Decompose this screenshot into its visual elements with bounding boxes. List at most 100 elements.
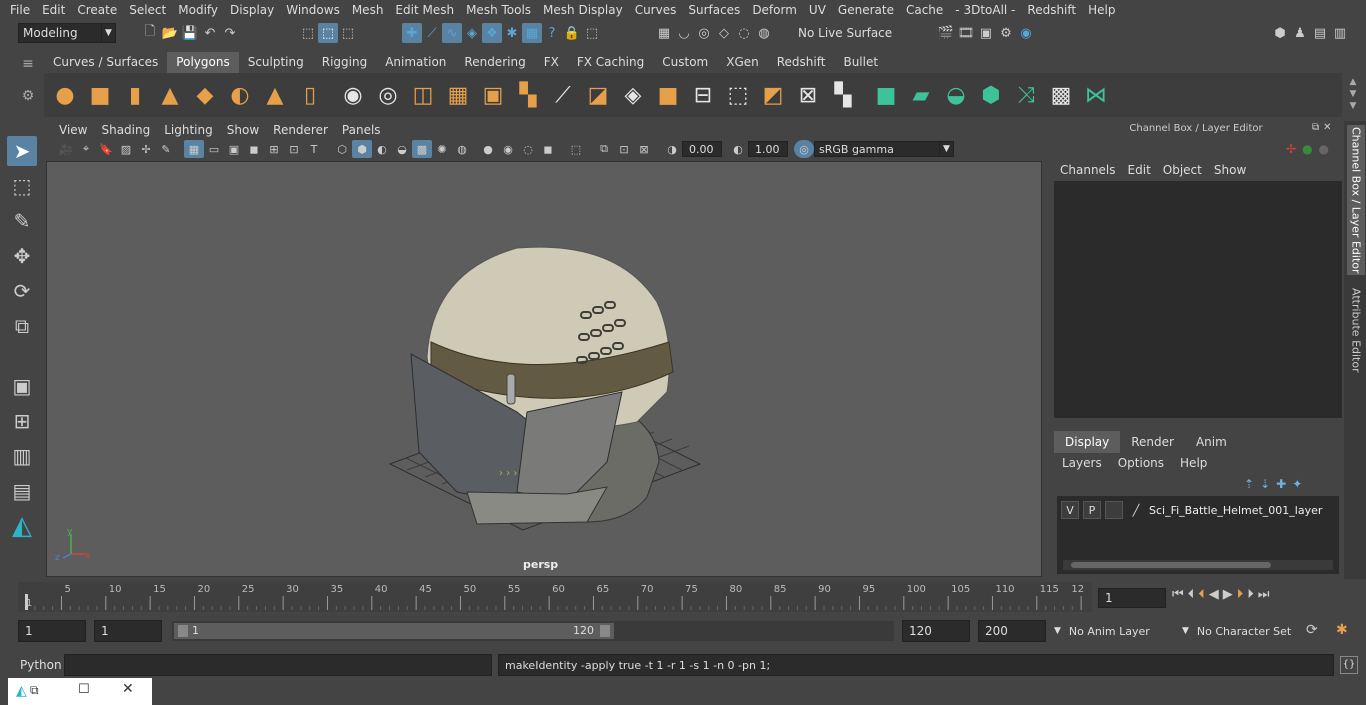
close-icon[interactable]: ✕ (122, 681, 134, 697)
viewport-menu-show[interactable]: Show (220, 123, 266, 137)
step-forward-icon[interactable]: ⏵ (1247, 587, 1254, 602)
highlight-icon[interactable]: ⬚ (582, 23, 602, 43)
animation-preferences-icon[interactable]: ✱ (1336, 622, 1348, 638)
viewport-menu-lighting[interactable]: Lighting (157, 123, 220, 137)
motion-blur-icon[interactable]: ◉ (498, 140, 518, 158)
snap-live-icon[interactable]: ◍ (754, 23, 774, 43)
undo-icon[interactable]: ↶ (200, 23, 220, 43)
shelf-tab-rendering[interactable]: Rendering (455, 52, 535, 73)
lock-icon[interactable]: 🔒 (562, 23, 582, 43)
gamma-field[interactable]: 1.00 (748, 141, 788, 157)
menu-generate[interactable]: Generate (832, 0, 900, 20)
character-controls-icon[interactable]: ♟ (1290, 23, 1310, 43)
poly-pipe-icon[interactable]: ▯ (295, 79, 325, 111)
spherical-map-icon[interactable]: ◒ (941, 79, 971, 111)
menu-select[interactable]: Select (123, 0, 172, 20)
exposure-field[interactable]: 0.00 (682, 141, 722, 157)
offset-edge-loop-icon[interactable]: ⬚ (723, 79, 753, 111)
bevel-icon[interactable]: ▚ (513, 79, 543, 111)
current-time-indicator[interactable] (25, 594, 28, 610)
xray-icon[interactable]: ◍ (452, 140, 472, 158)
select-tool-icon[interactable]: ➤ (7, 136, 37, 166)
planar-map-icon[interactable]: ■ (871, 79, 901, 111)
menu-create[interactable]: Create (71, 0, 123, 20)
menu-curves[interactable]: Curves (629, 0, 683, 20)
cylindrical-map-icon[interactable]: ▰ (906, 79, 936, 111)
layer-menu-help[interactable]: Help (1172, 456, 1215, 470)
wireframe-icon[interactable]: ⬡ (332, 140, 352, 158)
poly-sphere-icon[interactable]: ● (50, 79, 80, 111)
shelf-menu-icon[interactable]: ≡ (18, 56, 38, 72)
menu-mesh-display[interactable]: Mesh Display (537, 0, 629, 20)
shelf-tab-redshift[interactable]: Redshift (767, 52, 835, 73)
single-perspective-layout-icon[interactable]: ▣ (7, 371, 37, 401)
playback-end-field[interactable]: 120 (902, 620, 970, 642)
scale-tool-icon[interactable]: ⧉ (7, 311, 37, 341)
range-end-grip[interactable] (600, 625, 610, 637)
playback-start-field[interactable]: 1 (94, 620, 162, 642)
anti-aliasing-icon[interactable]: ◌ (518, 140, 538, 158)
channel-box-side-tab[interactable]: Channel Box / Layer Editor (1347, 125, 1365, 275)
rotate-tool-icon[interactable]: ⟳ (7, 276, 37, 306)
viewport-menu-shading[interactable]: Shading (94, 123, 157, 137)
poly-torus-icon[interactable]: ◐ (225, 79, 255, 111)
textured-icon[interactable]: ▩ (412, 140, 432, 158)
select-surfaces-icon[interactable]: ◈ (462, 23, 482, 43)
poly-cone-icon[interactable]: ▲ (155, 79, 185, 111)
2d-pan-zoom-icon[interactable]: ✢ (136, 140, 156, 158)
poly-pyramid-icon[interactable]: ▲ (260, 79, 290, 111)
select-dynamics-icon[interactable]: ✱ (502, 23, 522, 43)
layer-playback-toggle[interactable]: P (1083, 501, 1101, 519)
safe-title-icon[interactable]: T (304, 140, 324, 158)
tool-settings-icon[interactable]: ▥ (1330, 23, 1350, 43)
command-input[interactable] (64, 654, 492, 676)
shelf-tab-polygons[interactable]: Polygons (167, 52, 239, 73)
shelf-scroll[interactable]: ▲ ▼ ▼ (1346, 76, 1360, 112)
xray-components-icon[interactable]: ⊡ (614, 140, 634, 158)
menu-redshift[interactable]: Redshift (1021, 0, 1082, 20)
select-misc-icon[interactable]: ? (542, 23, 562, 43)
new-scene-icon[interactable]: 🗋 (140, 23, 160, 43)
poly-plane-icon[interactable]: ◆ (190, 79, 220, 111)
mode-selector[interactable]: Modeling ▼ (18, 23, 116, 43)
status-dot-icon[interactable]: ● (1319, 142, 1329, 156)
move-layer-up-icon[interactable]: ⇡ (1244, 477, 1254, 491)
menu-help[interactable]: Help (1082, 0, 1121, 20)
layer-color-icon[interactable]: ╱ (1127, 501, 1145, 519)
grid-icon[interactable]: ▦ (184, 140, 204, 158)
menu-display[interactable]: Display (224, 0, 280, 20)
use-all-lights-icon[interactable]: ✺ (432, 140, 452, 158)
cut-uv-icon[interactable]: ⤨ (1011, 79, 1041, 111)
close-icon[interactable]: ✕ (1323, 122, 1331, 133)
go-to-start-icon[interactable]: ⏮ (1172, 587, 1184, 602)
paint-select-tool-icon[interactable]: ✎ (7, 206, 37, 236)
menu-edit[interactable]: Edit (36, 0, 71, 20)
select-curves-icon[interactable]: ∿ (442, 23, 462, 43)
select-rendering-icon[interactable]: ▦ (522, 23, 542, 43)
status-dot-icon[interactable]: ● (1302, 142, 1312, 156)
shelf-tab-rigging[interactable]: Rigging (312, 52, 377, 73)
select-handles-icon[interactable]: ✚ (402, 23, 422, 43)
layer-scrollbar-thumb[interactable] (1071, 562, 1271, 568)
mirror-icon[interactable]: ◫ (408, 79, 438, 111)
shelf-tab-sculpting[interactable]: Sculpting (238, 52, 313, 73)
safe-action-icon[interactable]: ⊡ (284, 140, 304, 158)
range-slider[interactable]: 1 120 (172, 621, 894, 641)
go-to-end-icon[interactable]: ⏭ (1258, 587, 1270, 602)
ipr-render-icon[interactable]: ▣ (976, 23, 996, 43)
play-backwards-icon[interactable]: ◀ (1209, 587, 1219, 602)
viewport-menu-panels[interactable]: Panels (335, 123, 388, 137)
bookmark-icon[interactable]: 🔖 (96, 140, 116, 158)
uv-checker-icon[interactable]: ▩ (1046, 79, 1076, 111)
ambient-occlusion-icon[interactable]: ● (478, 140, 498, 158)
menu-3dtoall[interactable]: - 3DtoAll - (949, 0, 1021, 20)
shelf-tab-fx-caching[interactable]: FX Caching (567, 52, 654, 73)
new-layer-selected-icon[interactable]: ✦ (1292, 477, 1302, 491)
object-mode-icon[interactable]: ⬚ (318, 23, 338, 43)
extrude-icon[interactable]: ▣ (478, 79, 508, 111)
modeling-toolkit-icon[interactable]: ⬢ (1270, 23, 1290, 43)
layer-tab-anim[interactable]: Anim (1185, 431, 1238, 453)
shelf-tab-bullet[interactable]: Bullet (834, 52, 888, 73)
move-layer-down-icon[interactable]: ⇣ (1260, 477, 1270, 491)
menu-windows[interactable]: Windows (280, 0, 346, 20)
